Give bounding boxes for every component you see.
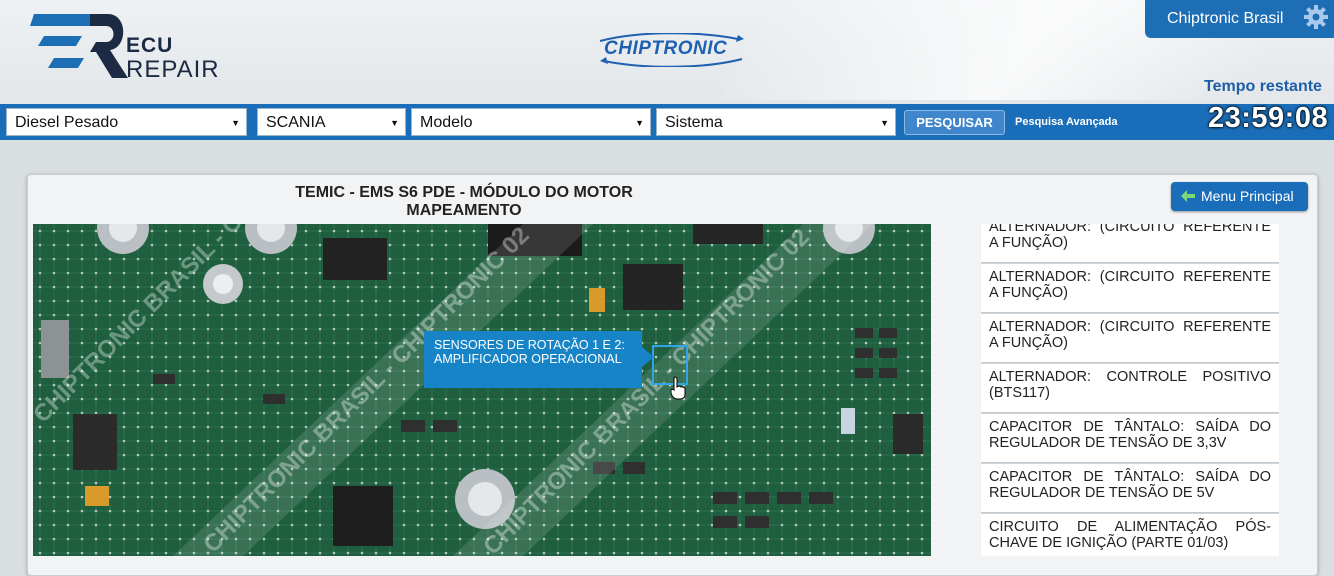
pcb-graphic: CHIPTRONIC BRASIL - CHIPTRONIC 02 CHIPTR… <box>33 224 931 556</box>
system-value: Sistema <box>665 114 723 131</box>
page-title: TEMIC - EMS S6 PDE - MÓDULO DO MOTOR MAP… <box>214 184 714 220</box>
countdown-timer: 23:59:08 <box>1208 102 1329 134</box>
list-item[interactable]: ALTERNADOR: (CIRCUITO REFERENTE A FUNÇÃO… <box>981 264 1279 313</box>
list-item-label: ALTERNADOR: (CIRCUITO REFERENTE A FUNÇÃO… <box>989 269 1271 301</box>
list-item[interactable]: ALTERNADOR: (CIRCUITO REFERENTE A FUNÇÃO… <box>981 314 1279 363</box>
list-item[interactable]: ALTERNADOR: (CIRCUITO REFERENTE A FUNÇÃO… <box>981 224 1279 263</box>
ecu-board-image[interactable]: CHIPTRONIC BRASIL - CHIPTRONIC 02 CHIPTR… <box>33 224 931 556</box>
component-list: ALTERNADOR: (CIRCUITO REFERENTE A FUNÇÃO… <box>981 224 1279 556</box>
list-item[interactable]: ALTERNADOR: CONTROLE POSITIVO (BTS117) <box>981 364 1279 413</box>
page-title-line1: TEMIC - EMS S6 PDE - MÓDULO DO MOTOR <box>295 184 633 201</box>
chevron-down-icon: ▼ <box>231 118 240 128</box>
brand-name: CHIPTRONIC <box>604 38 728 59</box>
system-select[interactable]: Sistema ▼ <box>656 108 896 136</box>
vehicle-type-select[interactable]: Diesel Pesado ▼ <box>6 108 247 136</box>
make-value: SCANIA <box>266 114 326 131</box>
list-item[interactable]: CIRCUITO DE ALIMENTAÇÃO PÓS-CHAVE DE IGN… <box>981 514 1279 556</box>
list-item-label: ALTERNADOR: CONTROLE POSITIVO (BTS117) <box>989 369 1271 401</box>
chevron-down-icon: ▼ <box>390 118 399 128</box>
main-menu-button[interactable]: Menu Principal <box>1171 182 1308 211</box>
list-item-label: CAPACITOR DE TÂNTALO: SAÍDA DO REGULADOR… <box>989 419 1271 451</box>
vehicle-type-value: Diesel Pesado <box>15 114 119 131</box>
model-value: Modelo <box>420 114 473 131</box>
hand-cursor-icon <box>670 376 686 400</box>
arrow-left-icon <box>1181 190 1195 202</box>
make-select[interactable]: SCANIA ▼ <box>257 108 406 136</box>
gear-icon[interactable] <box>1303 4 1329 30</box>
component-tooltip: SENSORES DE ROTAÇÃO 1 E 2: AMPLIFICADOR … <box>424 331 642 388</box>
model-select[interactable]: Modelo ▼ <box>411 108 651 136</box>
list-item-label: ALTERNADOR: (CIRCUITO REFERENTE A FUNÇÃO… <box>989 319 1271 351</box>
main-menu-label: Menu Principal <box>1201 188 1294 204</box>
search-bar: Diesel Pesado ▼ SCANIA ▼ Modelo ▼ Sistem… <box>0 102 1334 140</box>
search-button[interactable]: PESQUISAR <box>904 110 1005 135</box>
tooltip-arrow <box>642 347 654 367</box>
user-menu[interactable]: Chiptronic Brasil <box>1145 0 1334 38</box>
logo-line1: ECU <box>126 34 174 57</box>
chevron-down-icon: ▼ <box>880 118 889 128</box>
advanced-search-link[interactable]: Pesquisa Avançada <box>1015 116 1118 128</box>
time-remaining-label: Tempo restante <box>1204 78 1322 95</box>
list-item-label: CAPACITOR DE TÂNTALO: SAÍDA DO REGULADOR… <box>989 469 1271 501</box>
list-item-label: ALTERNADOR: (CIRCUITO REFERENTE A FUNÇÃO… <box>989 224 1271 251</box>
user-name: Chiptronic Brasil <box>1167 10 1284 27</box>
logo-line2: REPAIR <box>126 56 220 83</box>
chevron-down-icon: ▼ <box>635 118 644 128</box>
list-item[interactable]: CAPACITOR DE TÂNTALO: SAÍDA DO REGULADOR… <box>981 414 1279 463</box>
list-item-label: CIRCUITO DE ALIMENTAÇÃO PÓS-CHAVE DE IGN… <box>989 519 1271 551</box>
page-title-line2: MAPEAMENTO <box>406 202 522 219</box>
header: ECU REPAIR CHIPTRONIC Chiptronic Brasil … <box>0 0 1334 104</box>
list-item[interactable]: CAPACITOR DE TÂNTALO: SAÍDA DO REGULADOR… <box>981 464 1279 513</box>
